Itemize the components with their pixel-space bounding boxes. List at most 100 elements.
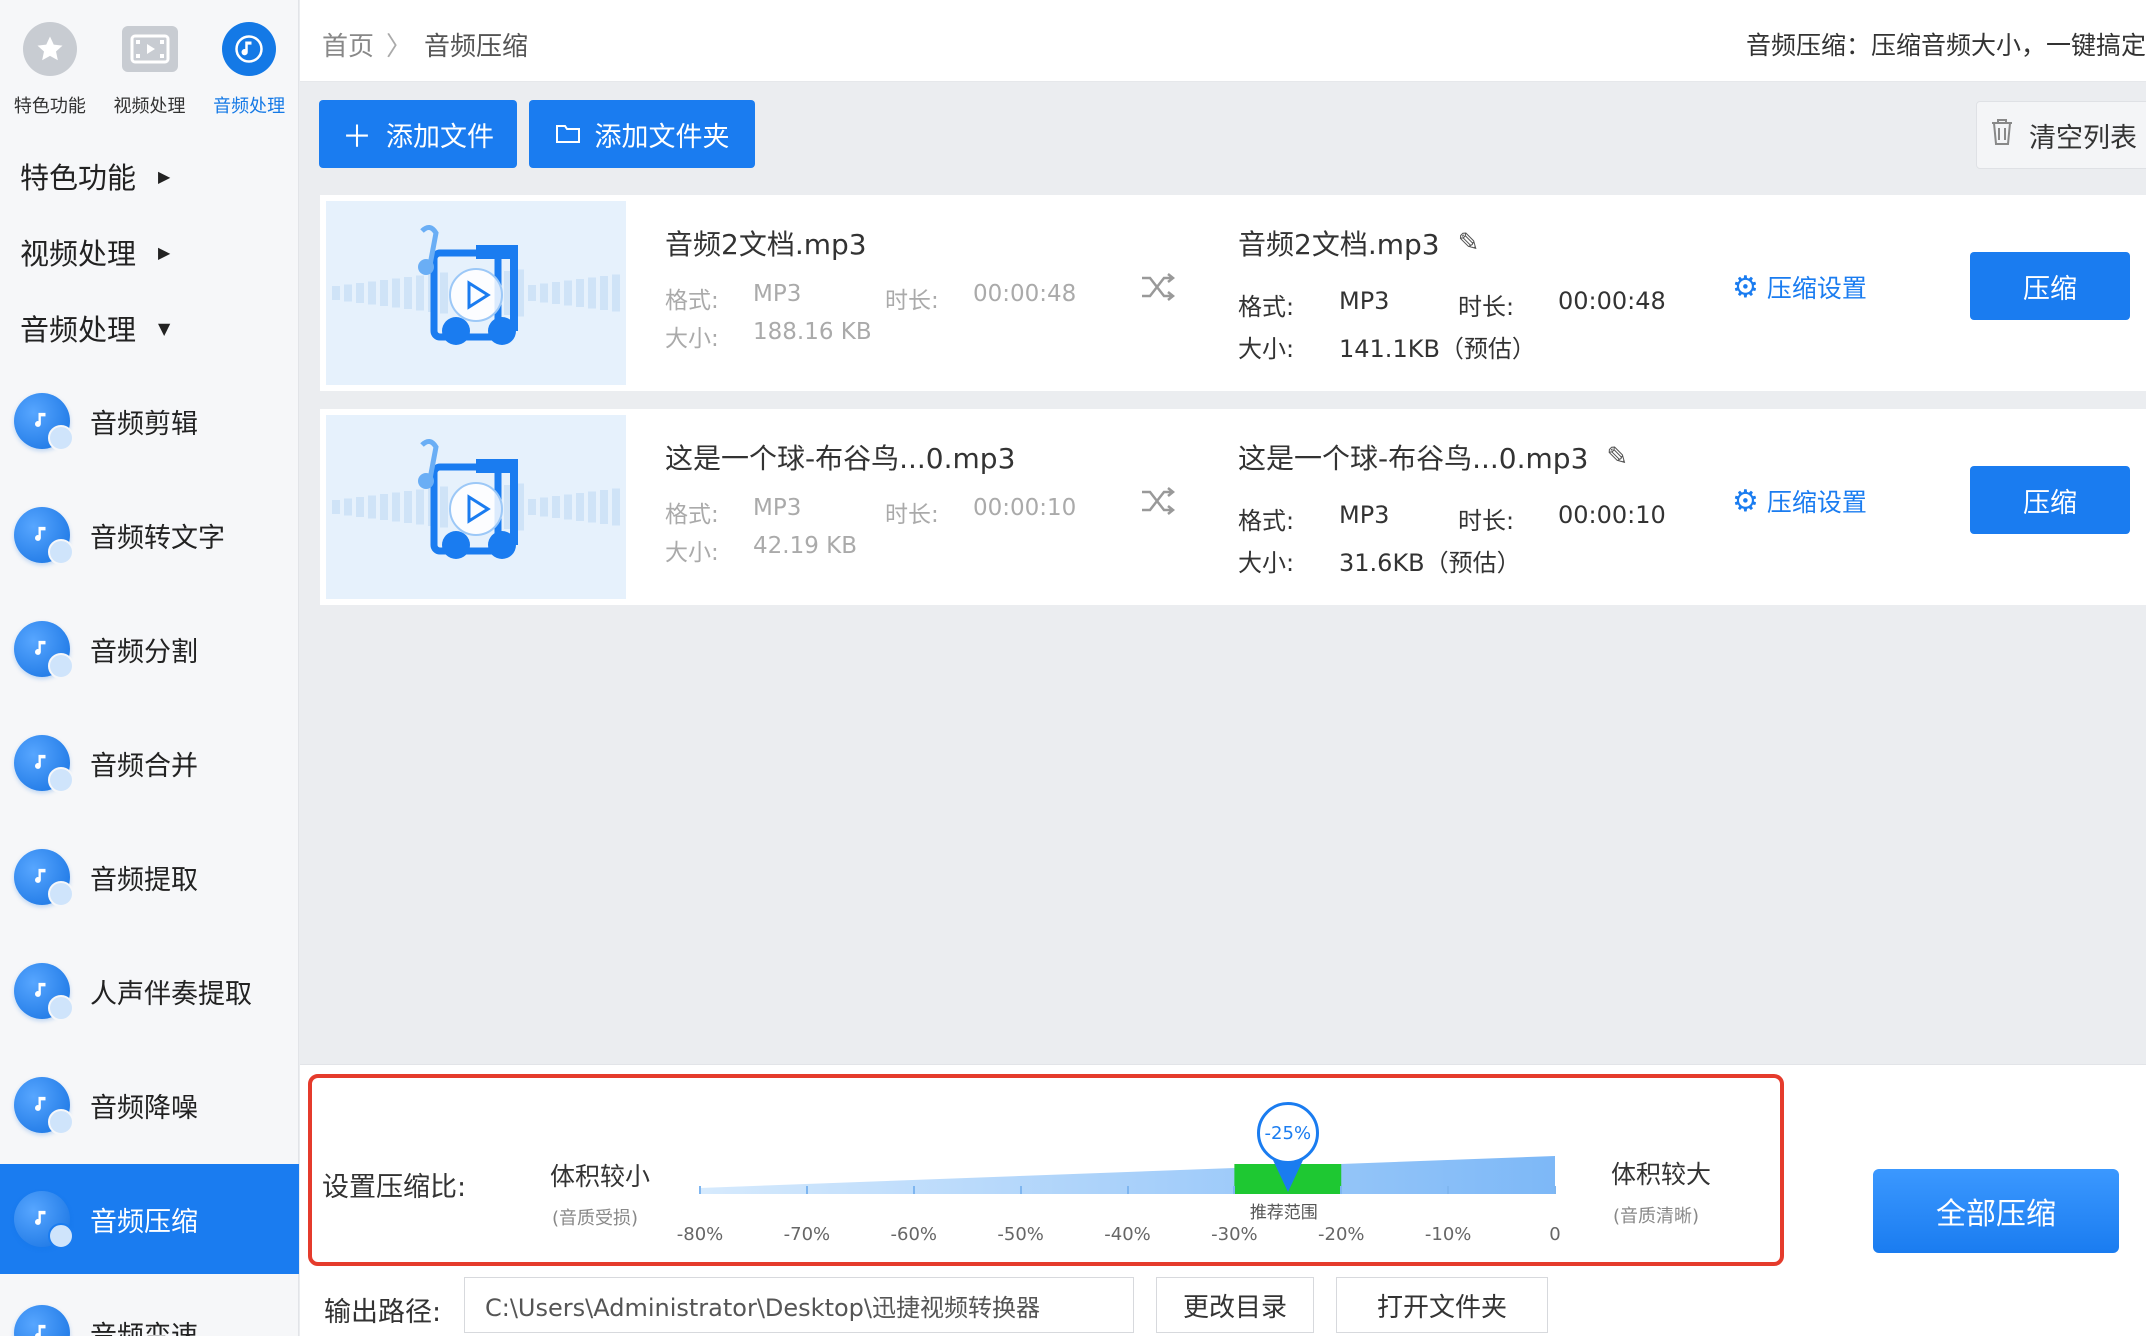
- slider-tick: [805, 1186, 808, 1194]
- category-tabs: 特色功能 视频处理 音频处理: [0, 0, 299, 126]
- output-size-value: 31.6KB（预估）: [1339, 549, 1521, 577]
- output-format-label: 格式:: [1238, 293, 1295, 321]
- film-icon: [121, 26, 178, 72]
- audio-tool-icon: [14, 849, 74, 907]
- menu-video[interactable]: 视频处理 ▶: [20, 231, 170, 273]
- sidebar-item-6[interactable]: 音频降噪: [0, 1050, 299, 1160]
- slider-tick-label: -50%: [997, 1224, 1044, 1245]
- duration-label: 时长:: [885, 502, 939, 528]
- sidebar-item-label: 音频变速: [90, 1320, 198, 1336]
- slider-tick: [1126, 1186, 1129, 1194]
- slider-tick: [1233, 1186, 1236, 1194]
- slider-tick: [1340, 1186, 1343, 1194]
- output-size-label: 大小:: [1238, 549, 1295, 577]
- output-path-field[interactable]: C:\Users\Administrator\Desktop\迅捷视频转换器: [464, 1277, 1134, 1333]
- slider-tick: [699, 1186, 701, 1194]
- sidebar-item-8[interactable]: 音频变速: [0, 1278, 299, 1336]
- output-duration-label: 时长:: [1458, 293, 1515, 321]
- sidebar-item-label: 音频合并: [90, 750, 198, 782]
- output-file-name: 音频2文档.mp3 ✎: [1238, 228, 1480, 261]
- compress-settings-link[interactable]: ⚙ 压缩设置: [1732, 483, 1867, 519]
- sidebar-item-4[interactable]: 音频提取: [0, 822, 299, 932]
- file-name: 这是一个球-布谷鸟...0.mp3: [665, 442, 1016, 475]
- output-format-value: MP3: [1339, 501, 1390, 529]
- recommended-range-label: 推荐范围: [1249, 1203, 1318, 1223]
- file-row: 音频2文档.mp3 格式: MP3 时长: 00:00:48 大小: 188.16 KB 音频…: [320, 195, 2146, 391]
- compress-button[interactable]: 压缩: [1970, 252, 2130, 320]
- output-format-value: MP3: [1339, 287, 1390, 315]
- audio-tool-icon: [14, 735, 74, 793]
- output-size-value: 141.1KB（预估）: [1339, 335, 1536, 363]
- duration-label: 时长:: [885, 288, 939, 314]
- sidebar-item-label: 音频剪辑: [90, 408, 198, 440]
- slider-tick-label: -80%: [676, 1224, 724, 1245]
- menu-featured[interactable]: 特色功能 ▶: [20, 155, 170, 197]
- sidebar-item-3[interactable]: 音频合并: [0, 708, 299, 818]
- audio-tool-icon: [14, 393, 74, 451]
- output-file-name: 这是一个球-布谷鸟...0.mp3 ✎: [1238, 442, 1629, 475]
- gear-icon: ⚙: [1732, 483, 1759, 519]
- larger-size-label: 体积较大: [1611, 1160, 1712, 1189]
- compression-ratio-label: 设置压缩比:: [322, 1172, 467, 1203]
- tab-video[interactable]: 视频处理: [100, 0, 200, 126]
- format-label: 格式:: [665, 502, 719, 528]
- change-directory-button[interactable]: 更改目录: [1156, 1277, 1314, 1333]
- output-format-label: 格式:: [1238, 507, 1295, 535]
- sidebar-item-label: 音频压缩: [90, 1206, 198, 1238]
- edit-name-icon[interactable]: ✎: [1458, 228, 1480, 258]
- slider-handle[interactable]: -25%: [1256, 1102, 1319, 1164]
- duration-value: 00:00:48: [973, 281, 1077, 307]
- caret-right-icon: ▶: [158, 166, 171, 186]
- slider-tick-label: -10%: [1424, 1224, 1472, 1245]
- sidebar-item-label: 音频提取: [90, 864, 198, 896]
- audio-thumbnail: [326, 201, 626, 385]
- breadcrumb-home[interactable]: 首页: [322, 26, 374, 63]
- tab-featured[interactable]: 特色功能: [0, 0, 100, 126]
- audio-thumbnail: [326, 415, 626, 599]
- breadcrumb-separator: 〉: [386, 32, 413, 62]
- star-icon: [22, 22, 77, 76]
- slider-tick: [1019, 1186, 1022, 1194]
- sidebar-item-0[interactable]: 音频剪辑: [0, 366, 299, 476]
- header: 首页 〉 音频压缩 音频压缩：压缩音频大小，一键搞定: [300, 0, 2146, 82]
- clear-list-button[interactable]: 清空列表: [1976, 101, 2146, 169]
- sidebar-item-5[interactable]: 人声伴奏提取: [0, 936, 299, 1046]
- menu-audio[interactable]: 音频处理 ▼: [20, 307, 170, 349]
- format-value: MP3: [753, 495, 802, 521]
- smaller-size-label: 体积较小: [550, 1162, 651, 1191]
- audio-tool-icon: [14, 963, 74, 1021]
- edit-name-icon[interactable]: ✎: [1606, 442, 1628, 472]
- trash-icon: [1989, 117, 2015, 154]
- sidebar-item-label: 音频转文字: [90, 522, 225, 554]
- page-description: 音频压缩：压缩音频大小，一键搞定: [1745, 31, 2146, 60]
- output-path-label: 输出路径:: [324, 1297, 442, 1328]
- sidebar: 特色功能 视频处理 音频处理 特色功能 ▶ 视频处理 ▶ 音频处理 ▼ 音频剪辑…: [0, 0, 299, 1336]
- add-file-button[interactable]: ＋ 添加文件: [319, 100, 517, 168]
- format-value: MP3: [753, 281, 802, 307]
- slider-tick-label: -30%: [1211, 1224, 1258, 1245]
- slider-tick: [1447, 1186, 1450, 1194]
- size-value: 42.19 KB: [753, 533, 858, 559]
- breadcrumb-current: 音频压缩: [424, 32, 529, 62]
- tab-audio[interactable]: 音频处理: [199, 0, 299, 126]
- output-duration-value: 00:00:48: [1558, 287, 1666, 315]
- output-duration-label: 时长:: [1458, 507, 1515, 535]
- audio-tool-icon: [14, 1305, 70, 1336]
- sidebar-item-7[interactable]: 音频压缩: [0, 1164, 299, 1274]
- folder-icon: [555, 117, 581, 152]
- open-folder-button[interactable]: 打开文件夹: [1336, 1277, 1548, 1333]
- caret-right-icon: ▶: [158, 242, 171, 262]
- compress-settings-link[interactable]: ⚙ 压缩设置: [1732, 269, 1867, 305]
- output-size-label: 大小:: [1238, 335, 1295, 363]
- audio-tool-icon: [14, 507, 74, 565]
- size-value: 188.16 KB: [753, 319, 872, 345]
- output-duration-value: 00:00:10: [1558, 501, 1666, 529]
- gear-icon: ⚙: [1732, 269, 1759, 305]
- compression-slider-track[interactable]: [700, 1150, 1560, 1204]
- sidebar-item-2[interactable]: 音频分割: [0, 594, 299, 704]
- sidebar-item-label: 音频分割: [90, 636, 198, 668]
- compress-button[interactable]: 压缩: [1970, 466, 2130, 534]
- compress-all-button[interactable]: 全部压缩: [1873, 1169, 2119, 1253]
- sidebar-item-1[interactable]: 音频转文字: [0, 480, 299, 590]
- add-folder-button[interactable]: 添加文件夹: [529, 100, 755, 168]
